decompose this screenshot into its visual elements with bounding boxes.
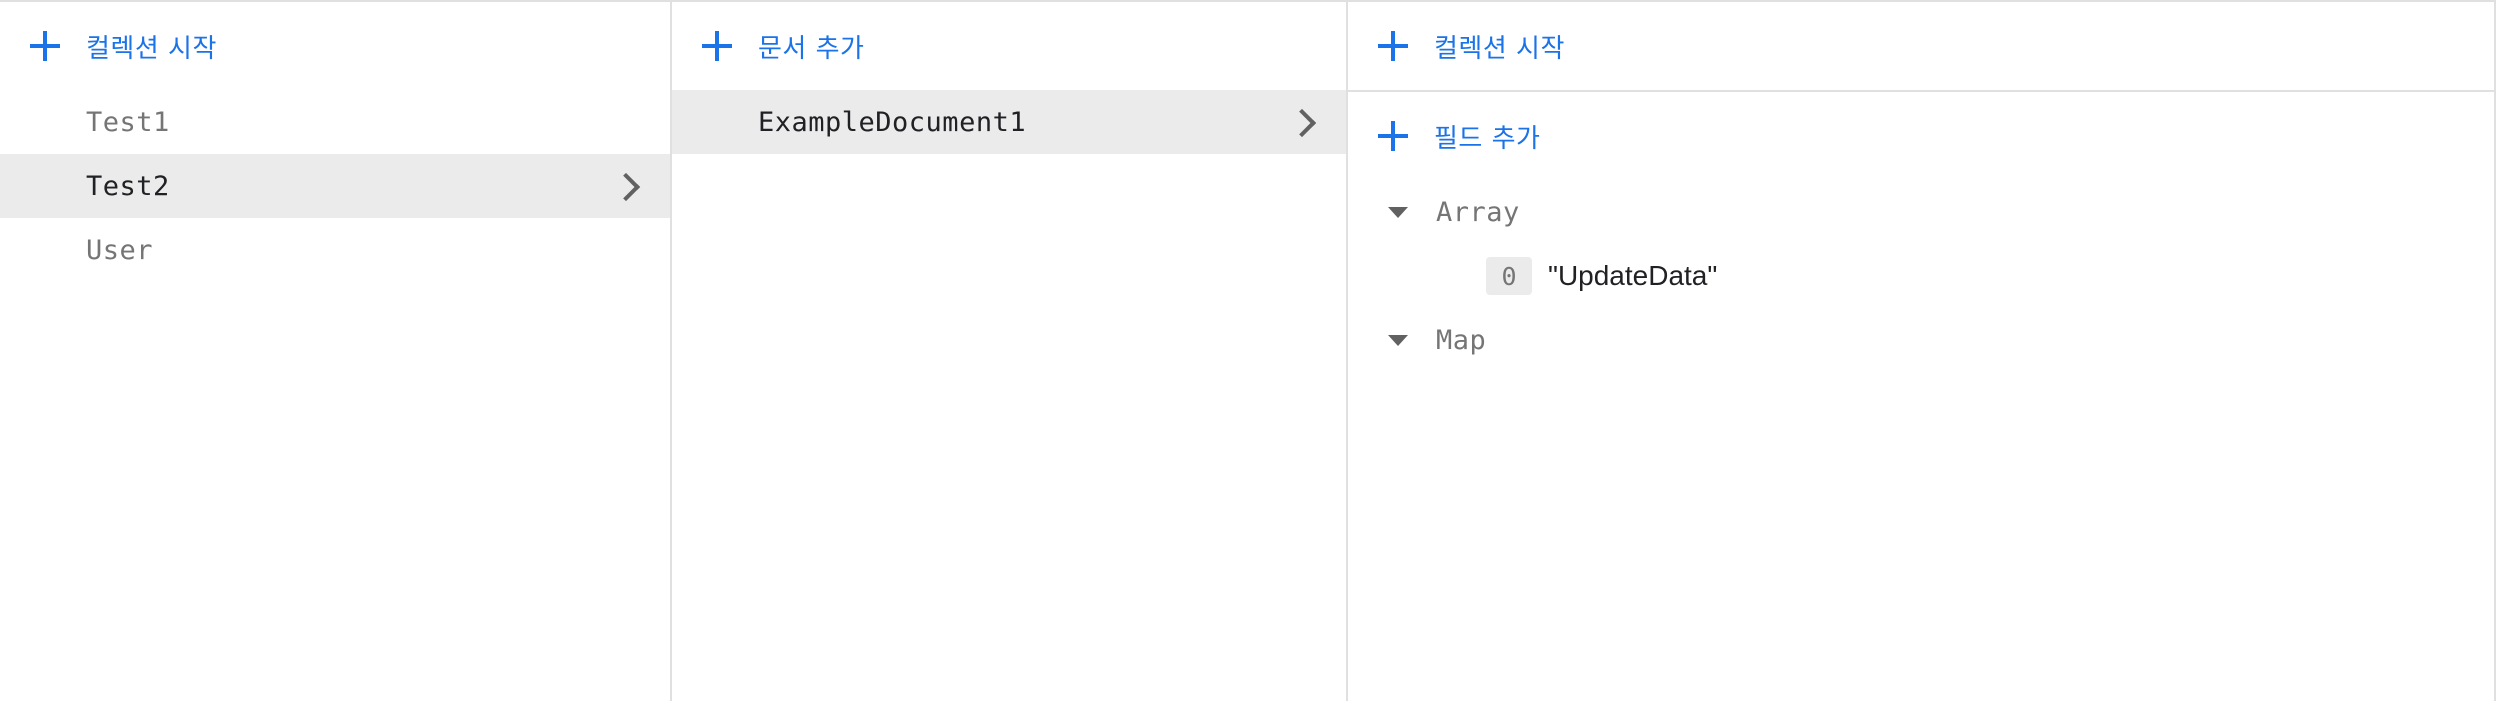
start-subcollection-label: 컬렉션 시작 <box>1434 33 1565 64</box>
document-item-exampledocument1[interactable]: ExampleDocument1 <box>672 90 1346 154</box>
field-name[interactable]: Map <box>1436 325 1486 356</box>
plus-icon <box>1378 121 1408 151</box>
start-subcollection-button[interactable]: 컬렉션 시작 <box>1348 2 2494 90</box>
start-collection-label: 컬렉션 시작 <box>86 33 217 64</box>
add-field-button[interactable]: 필드 추가 <box>1348 92 2494 180</box>
triangle-down-icon[interactable] <box>1388 335 1408 346</box>
array-index-badge: 0 <box>1486 257 1532 295</box>
collection-item-label: User <box>86 234 154 266</box>
firestore-data-viewer: 컬렉션 시작 Test1 Test2 User 문서 추가 ExampleDoc… <box>0 0 2496 701</box>
array-value[interactable]: "UpdateData" <box>1548 260 1717 292</box>
array-element: 0 "UpdateData" <box>1348 244 2494 308</box>
start-collection-button[interactable]: 컬렉션 시작 <box>0 2 670 90</box>
collection-item-user[interactable]: User <box>0 218 670 282</box>
chevron-right-icon <box>611 172 641 202</box>
add-field-label: 필드 추가 <box>1434 123 1541 154</box>
add-document-button[interactable]: 문서 추가 <box>672 2 1346 90</box>
document-list: ExampleDocument1 <box>672 90 1346 154</box>
field-name[interactable]: Array <box>1436 197 1520 228</box>
collection-item-label: Test2 <box>86 170 170 202</box>
document-detail-panel: 컬렉션 시작 필드 추가 Array 0 "UpdateData" Map <box>1348 2 2494 701</box>
document-item-label: ExampleDocument1 <box>758 106 1027 138</box>
plus-icon <box>1378 31 1408 61</box>
collection-list: Test1 Test2 User <box>0 90 670 282</box>
add-document-label: 문서 추가 <box>758 33 865 64</box>
documents-panel: 문서 추가 ExampleDocument1 <box>672 2 1348 701</box>
collection-item-label: Test1 <box>86 106 170 138</box>
field-map: Map <box>1348 308 2494 372</box>
plus-icon <box>30 31 60 61</box>
collections-panel: 컬렉션 시작 Test1 Test2 User <box>0 2 672 701</box>
plus-icon <box>702 31 732 61</box>
triangle-down-icon[interactable] <box>1388 207 1408 218</box>
collection-item-test1[interactable]: Test1 <box>0 90 670 154</box>
field-array: Array <box>1348 180 2494 244</box>
collection-item-test2[interactable]: Test2 <box>0 154 670 218</box>
chevron-right-icon <box>1287 108 1317 138</box>
